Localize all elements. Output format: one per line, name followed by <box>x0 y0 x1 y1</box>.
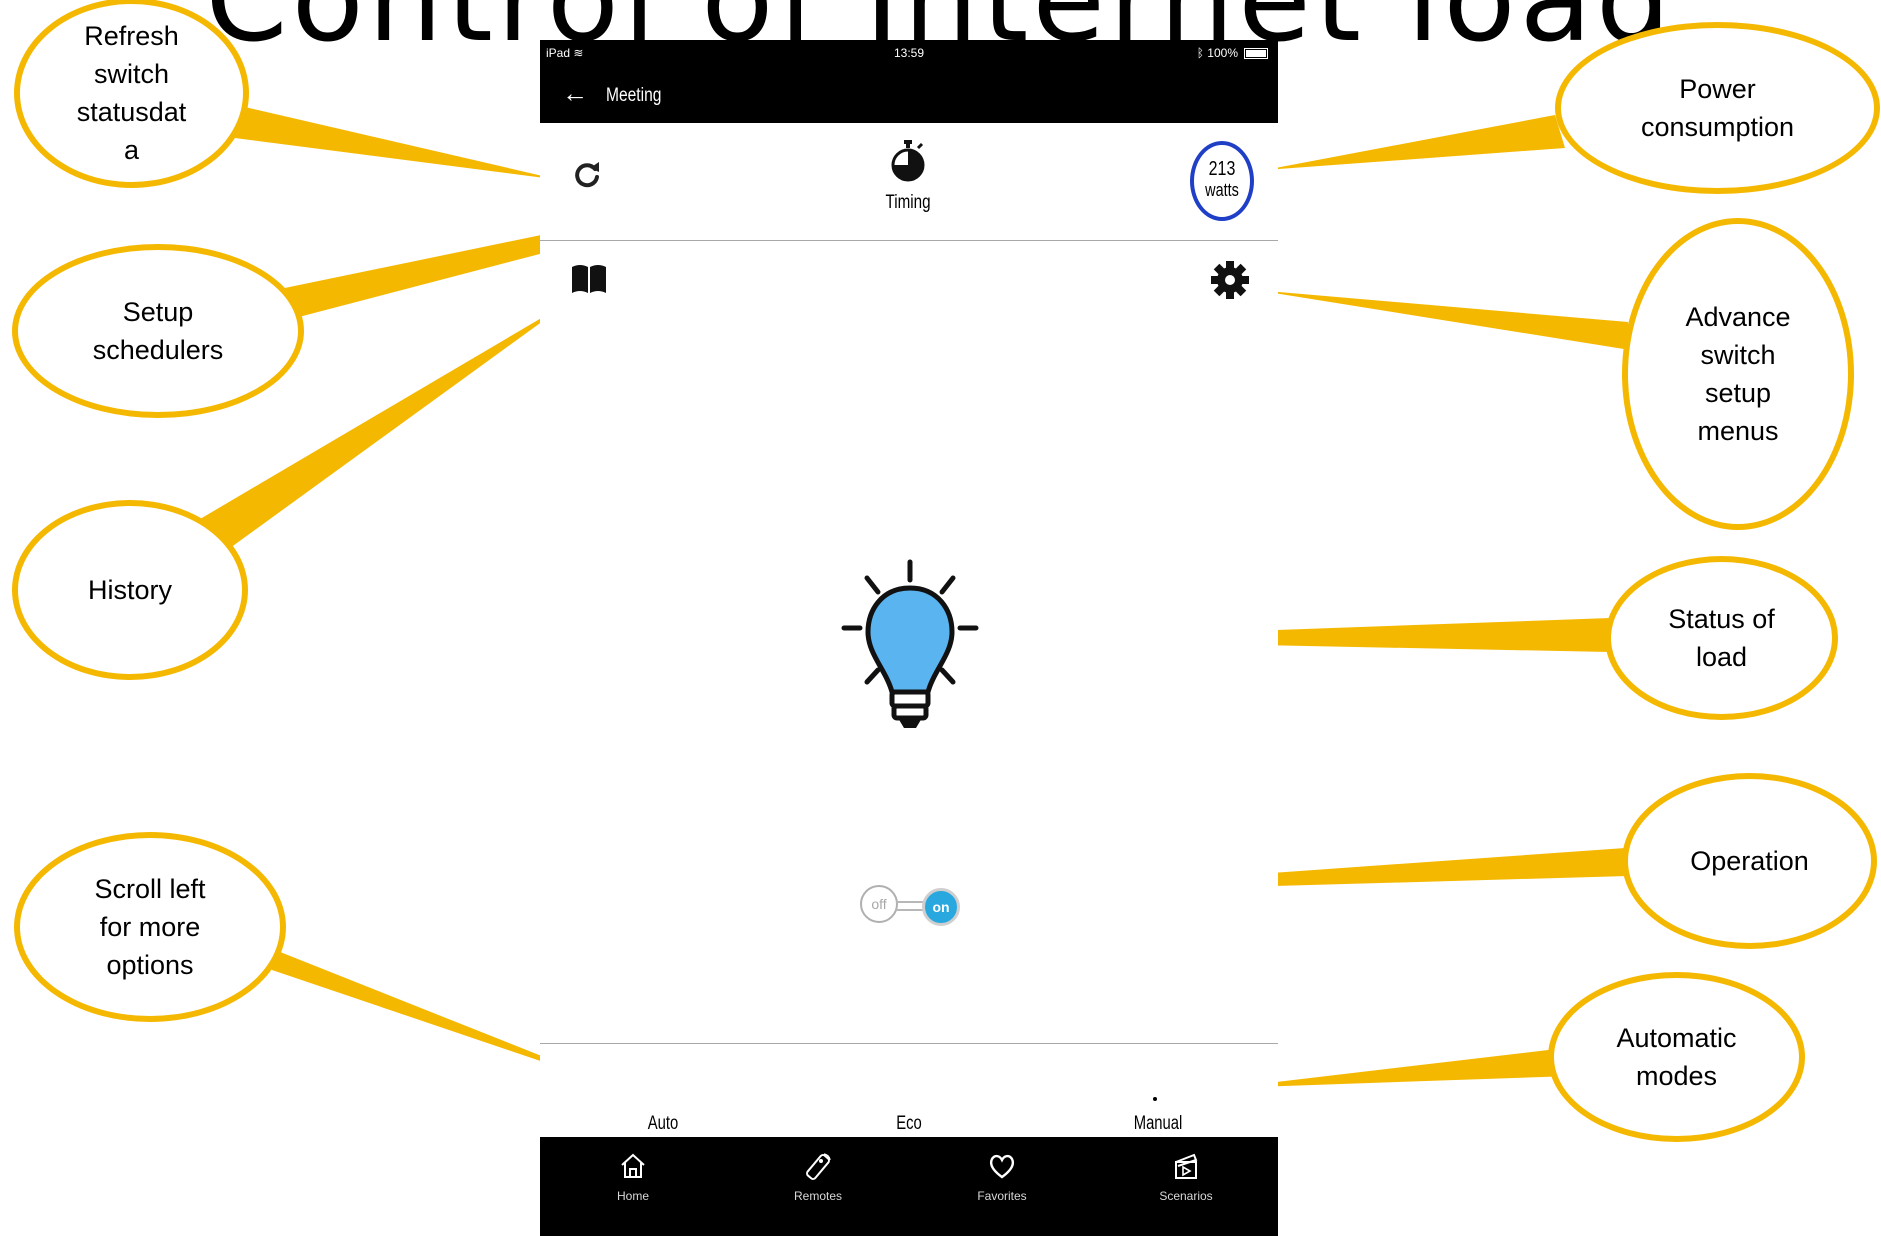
nav-title: Meeting <box>606 85 662 106</box>
callout-operation: Operation <box>1622 773 1877 949</box>
on-off-switch[interactable]: off on <box>860 885 970 927</box>
nav-bar: ← Meeting <box>540 68 1278 123</box>
callout-status: Status of load <box>1605 556 1838 720</box>
header-divider <box>540 240 1278 241</box>
tab-scenarios[interactable]: Scenarios <box>1126 1151 1246 1203</box>
power-consumption-badge: 213 watts <box>1190 141 1254 221</box>
tab-favorites[interactable]: Favorites <box>942 1151 1062 1203</box>
power-value: 213 <box>1208 158 1236 180</box>
clapperboard-icon <box>1175 1153 1198 1179</box>
battery-label: ᛒ 100% <box>1196 46 1238 60</box>
callout-power: Power consumption <box>1555 22 1880 194</box>
book-history-icon[interactable] <box>570 263 608 295</box>
app-screen: iPad ≋ 13:59 ᛒ 100% ← Meeting Timing 213… <box>540 40 1278 1236</box>
tab-home[interactable]: Home <box>573 1151 693 1203</box>
page-indicator-dot <box>1153 1097 1157 1101</box>
tab-remotes[interactable]: Remotes <box>758 1151 878 1203</box>
status-bar: iPad ≋ 13:59 ᛒ 100% <box>540 40 1278 68</box>
refresh-icon[interactable] <box>572 160 602 190</box>
back-arrow-icon[interactable]: ← <box>562 80 588 106</box>
callout-refresh: Refresh switch statusdat a <box>14 0 249 188</box>
clock: 13:59 <box>893 46 925 60</box>
heart-icon <box>989 1154 1015 1179</box>
home-icon <box>621 1153 645 1178</box>
switch-on-knob: on <box>922 888 960 926</box>
bluetooth-icon: ᛒ <box>1196 46 1204 60</box>
callout-history: History <box>12 500 248 680</box>
modes-divider <box>540 1043 1278 1044</box>
timing-label[interactable]: Timing <box>860 192 956 214</box>
remote-icon <box>806 1153 831 1180</box>
light-bulb-icon <box>841 559 979 728</box>
gear-icon[interactable] <box>1210 260 1250 300</box>
stopwatch-icon[interactable] <box>890 140 926 182</box>
callout-advance: Advance switch setup menus <box>1622 218 1854 530</box>
callout-schedulers: Setup schedulers <box>12 244 304 418</box>
switch-off-label: off <box>860 885 898 923</box>
battery-icon <box>1244 48 1268 59</box>
tab-bar: Home Remotes Favorites Scenarios <box>540 1137 1278 1236</box>
callout-scroll: Scroll left for more options <box>14 832 286 1022</box>
callout-automatic: Automatic modes <box>1548 972 1805 1142</box>
power-unit: watts <box>1205 180 1239 200</box>
